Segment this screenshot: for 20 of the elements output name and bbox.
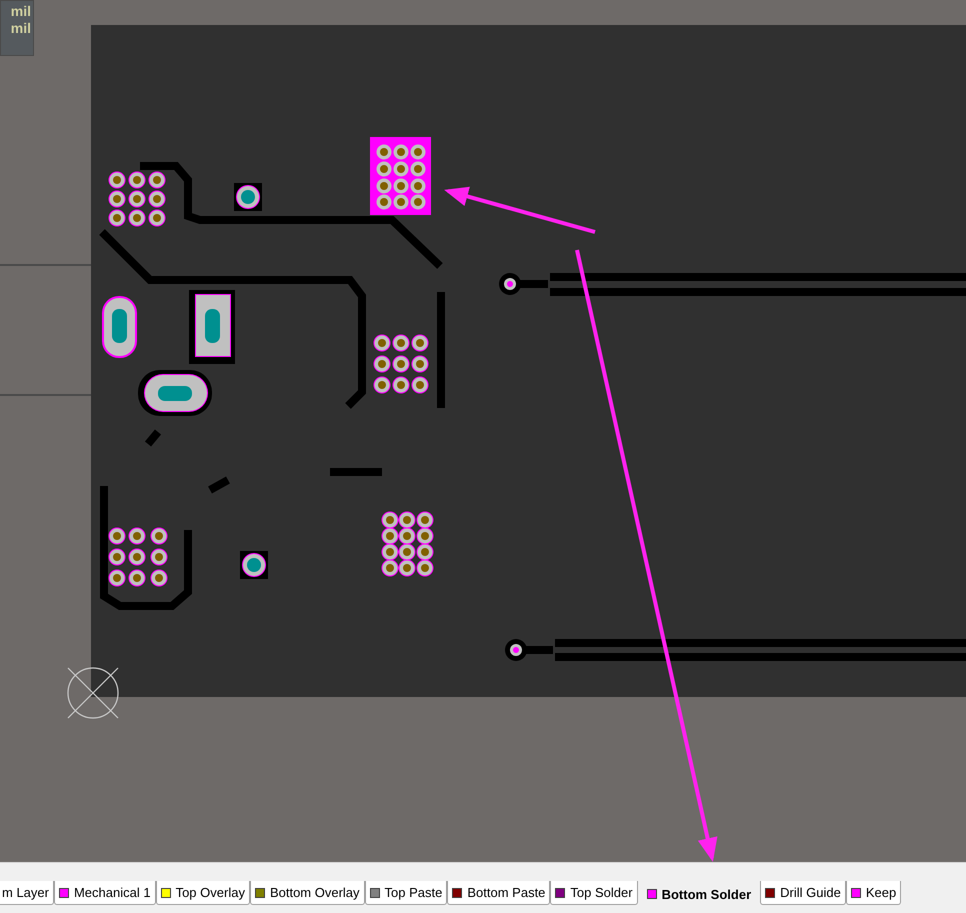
layer-tab[interactable]: Bottom Paste (447, 881, 550, 905)
layer-tab[interactable]: Top Overlay (156, 881, 250, 905)
via-pad (499, 273, 521, 295)
origin-marker-icon (67, 667, 119, 719)
layer-tab[interactable]: Drill Guide (760, 881, 846, 905)
layer-tab[interactable]: Mechanical 1 (54, 881, 156, 905)
layer-tab[interactable]: Top Solder (550, 881, 638, 905)
pad-array (108, 528, 168, 586)
pad-array (108, 172, 166, 226)
layer-tab[interactable]: m Layer (0, 881, 54, 905)
pad-array (382, 512, 434, 576)
unit-text: mil (10, 3, 31, 20)
layer-tab[interactable]: Keep (846, 881, 902, 905)
layer-tab[interactable]: Top Paste (364, 881, 448, 905)
layer-tab[interactable]: Bottom Overlay (250, 881, 365, 905)
via-pad (505, 639, 527, 661)
via-pad (234, 183, 262, 211)
unit-text: mil (10, 20, 31, 37)
pad-array (374, 334, 428, 394)
via-pad (240, 551, 268, 579)
